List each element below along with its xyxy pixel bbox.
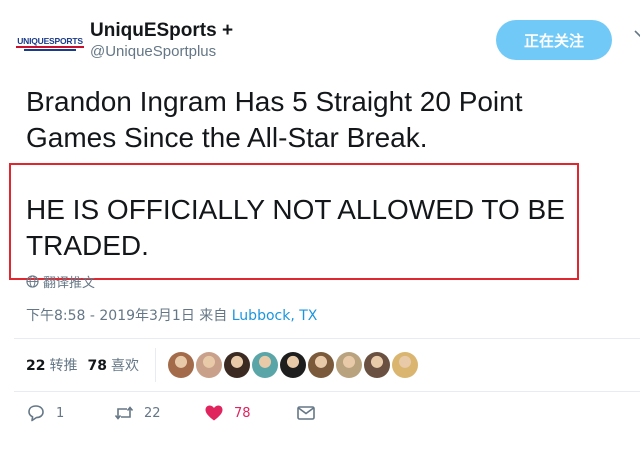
tweet-header: UNIQUESPORTS UniquESports + @UniqueSport… (16, 14, 640, 74)
translate-label: 翻译推文 (43, 276, 96, 291)
heart-icon (205, 405, 223, 421)
likes-stat[interactable]: 78 喜欢 (87, 355, 138, 375)
avatar-stripe (24, 48, 76, 51)
retweets-count: 22 (26, 358, 46, 374)
like-action[interactable]: 78 (204, 403, 251, 423)
liker-avatars (167, 352, 418, 378)
translate-tweet-link[interactable]: 翻译推文 (26, 272, 95, 291)
liker-avatar[interactable] (279, 352, 306, 378)
tweet-timestamp: 下午8:58 - 2019年3月1日 来自 Lubbock, TX (26, 305, 317, 325)
highlight-box (9, 163, 579, 280)
tweet-stats: 22 转推 78 喜欢 (26, 348, 418, 382)
like-count: 78 (234, 405, 251, 421)
likes-label: 喜欢 (110, 358, 139, 374)
stats-separator (154, 348, 156, 382)
tweet-line-1: Brandon Ingram Has 5 Straight 20 Point G… (26, 86, 523, 153)
tweet-actions: 1 22 78 (26, 403, 346, 429)
reply-count: 1 (56, 405, 65, 421)
liker-avatar[interactable] (307, 352, 334, 378)
liker-avatar[interactable] (251, 352, 278, 378)
following-button[interactable]: 正在关注 (496, 20, 612, 60)
avatar-logo-text: UNIQUESPORTS (16, 35, 84, 48)
liker-avatar[interactable] (363, 352, 390, 378)
retweet-icon (114, 406, 134, 420)
reply-icon (28, 405, 44, 422)
divider (14, 338, 640, 339)
direct-message-action[interactable] (296, 403, 316, 423)
liker-avatar[interactable] (223, 352, 250, 378)
timestamp-text[interactable]: 下午8:58 - 2019年3月1日 来自 (26, 308, 227, 324)
retweets-stat[interactable]: 22 转推 (26, 355, 77, 375)
globe-icon (26, 275, 39, 288)
user-handle[interactable]: @UniqueSportplus (90, 42, 233, 62)
envelope-icon (297, 406, 315, 420)
liker-avatar[interactable] (391, 352, 418, 378)
avatar[interactable]: UNIQUESPORTS (16, 32, 84, 54)
location-link[interactable]: Lubbock, TX (232, 308, 318, 324)
display-name[interactable]: UniquESports + (90, 20, 233, 42)
liker-avatar[interactable] (167, 352, 194, 378)
liker-avatar[interactable] (335, 352, 362, 378)
divider (14, 391, 640, 392)
likes-count: 78 (87, 358, 107, 374)
liker-avatar[interactable] (195, 352, 222, 378)
retweet-count: 22 (144, 405, 161, 421)
user-names: UniquESports + @UniqueSportplus (90, 20, 233, 62)
reply-action[interactable]: 1 (26, 403, 64, 423)
retweets-label: 转推 (49, 358, 78, 374)
chevron-down-icon[interactable] (634, 28, 640, 40)
retweet-action[interactable]: 22 (114, 403, 161, 423)
